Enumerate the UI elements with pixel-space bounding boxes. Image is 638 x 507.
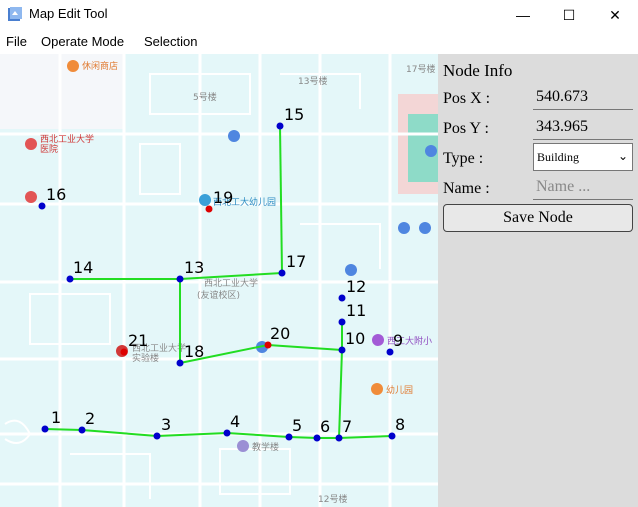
node-label-6: 6 xyxy=(320,417,330,436)
edge-5-6[interactable] xyxy=(288,436,318,439)
node-label-17: 17 xyxy=(286,252,306,271)
node-label-5: 5 xyxy=(292,416,302,435)
map-node-13[interactable] xyxy=(176,275,184,283)
node-label-9: 9 xyxy=(393,331,403,350)
shop-poi-icon xyxy=(67,60,79,72)
edge-7-8[interactable] xyxy=(338,435,393,439)
map-label-building-4: 教学楼 xyxy=(252,441,279,453)
map-node-15[interactable] xyxy=(276,122,284,130)
close-button[interactable]: ✕ xyxy=(592,0,638,30)
node-label-18: 18 xyxy=(184,342,204,361)
map-node-17[interactable] xyxy=(278,269,286,277)
parking-icon-3 xyxy=(419,222,431,234)
name-field[interactable]: Name ... xyxy=(533,176,633,200)
map-label-hospital: 西北工业大学 xyxy=(40,133,94,145)
pos-y-label: Pos Y : xyxy=(443,120,489,137)
edge-10-20[interactable] xyxy=(267,344,343,351)
menu-operate-mode[interactable]: Operate Mode xyxy=(41,34,124,49)
map-node-18[interactable] xyxy=(176,359,184,367)
node-label-20: 20 xyxy=(270,324,290,343)
map-label-b5: 5号楼 xyxy=(193,91,217,103)
menu-file[interactable]: File xyxy=(6,34,27,49)
node-label-7: 7 xyxy=(342,417,352,436)
close-icon: ✕ xyxy=(609,6,621,23)
node-label-3: 3 xyxy=(161,415,171,434)
parking-icon xyxy=(228,130,240,142)
map-svg[interactable]: 休闲商店 西北工业大学 医院 5号楼 13号楼 17号楼 西北工大幼儿园 西北工… xyxy=(0,54,438,507)
pos-y-field[interactable]: 343.965 xyxy=(533,116,633,140)
facility-icon xyxy=(425,145,437,157)
map-label-building-21b: 实验楼 xyxy=(132,352,159,364)
save-node-button[interactable]: Save Node xyxy=(443,204,633,232)
map-canvas[interactable]: 休闲商店 西北工业大学 医院 5号楼 13号楼 17号楼 西北工大幼儿园 西北工… xyxy=(0,54,438,507)
node-label-19: 19 xyxy=(213,188,233,207)
type-label: Type : xyxy=(443,150,484,167)
parking-icon-2 xyxy=(398,222,410,234)
name-label: Name : xyxy=(443,180,490,197)
edge-17-15[interactable] xyxy=(279,125,283,274)
map-node-21[interactable] xyxy=(120,348,128,356)
map-label-campus-13: (友谊校区) xyxy=(197,289,240,301)
type-select-value: Building xyxy=(537,149,580,164)
hospital-poi-icon-2 xyxy=(25,191,37,203)
title-bar: Map Edit Tool — ☐ ✕ xyxy=(0,0,638,30)
node-label-21: 21 xyxy=(128,331,148,350)
map-label-b12: 12号楼 xyxy=(318,493,347,505)
edge-1-2[interactable] xyxy=(44,428,83,431)
node-label-11: 11 xyxy=(346,301,366,320)
node-label-14: 14 xyxy=(73,258,93,277)
chevron-down-icon: ⌄ xyxy=(617,149,628,163)
node-label-15: 15 xyxy=(284,105,304,124)
node-label-12: 12 xyxy=(346,277,366,296)
pos-x-label: Pos X : xyxy=(443,90,491,107)
map-label-shop: 休闲商店 xyxy=(82,60,118,72)
minimize-icon: — xyxy=(516,7,530,23)
hospital-poi-icon xyxy=(25,138,37,150)
parking-icon-4 xyxy=(345,264,357,276)
panel-heading: Node Info xyxy=(443,61,513,80)
school-poi-icon xyxy=(372,334,384,346)
minimize-button[interactable]: — xyxy=(500,0,546,30)
type-select[interactable]: Building ⌄ xyxy=(533,143,633,171)
node-label-10: 10 xyxy=(345,329,365,348)
map-node-1[interactable] xyxy=(41,425,49,433)
maximize-icon: ☐ xyxy=(562,6,576,23)
window-title: Map Edit Tool xyxy=(29,6,108,21)
map-label-b17: 17号楼 xyxy=(406,63,435,75)
map-label-building-13: 西北工业大学 xyxy=(204,277,258,289)
building-poi-icon xyxy=(237,440,249,452)
node-label-4: 4 xyxy=(230,412,240,431)
map-node-19[interactable] xyxy=(205,205,213,213)
node-label-16: 16 xyxy=(46,185,66,204)
save-node-label: Save Node xyxy=(503,209,573,226)
node-label-13: 13 xyxy=(184,258,204,277)
app-icon xyxy=(8,7,22,21)
map-node-3[interactable] xyxy=(153,432,161,440)
map-label-b13: 13号楼 xyxy=(298,75,327,87)
map-label-hospital2: 医院 xyxy=(40,143,58,155)
map-node-12[interactable] xyxy=(338,294,346,302)
map-label-school-7: 幼儿园 xyxy=(386,384,413,396)
map-node-16[interactable] xyxy=(38,202,46,210)
node-label-2: 2 xyxy=(85,409,95,428)
kindergarten-poi-icon xyxy=(199,194,211,206)
maximize-button[interactable]: ☐ xyxy=(546,0,592,30)
menu-bar: File Operate Mode Selection xyxy=(0,30,638,54)
menu-selection[interactable]: Selection xyxy=(144,34,197,49)
map-node-11[interactable] xyxy=(338,318,346,326)
node-label-1: 1 xyxy=(51,408,61,427)
kindergarten-poi-icon-2 xyxy=(371,383,383,395)
node-label-8: 8 xyxy=(395,415,405,434)
pos-x-field[interactable]: 540.673 xyxy=(533,86,633,110)
